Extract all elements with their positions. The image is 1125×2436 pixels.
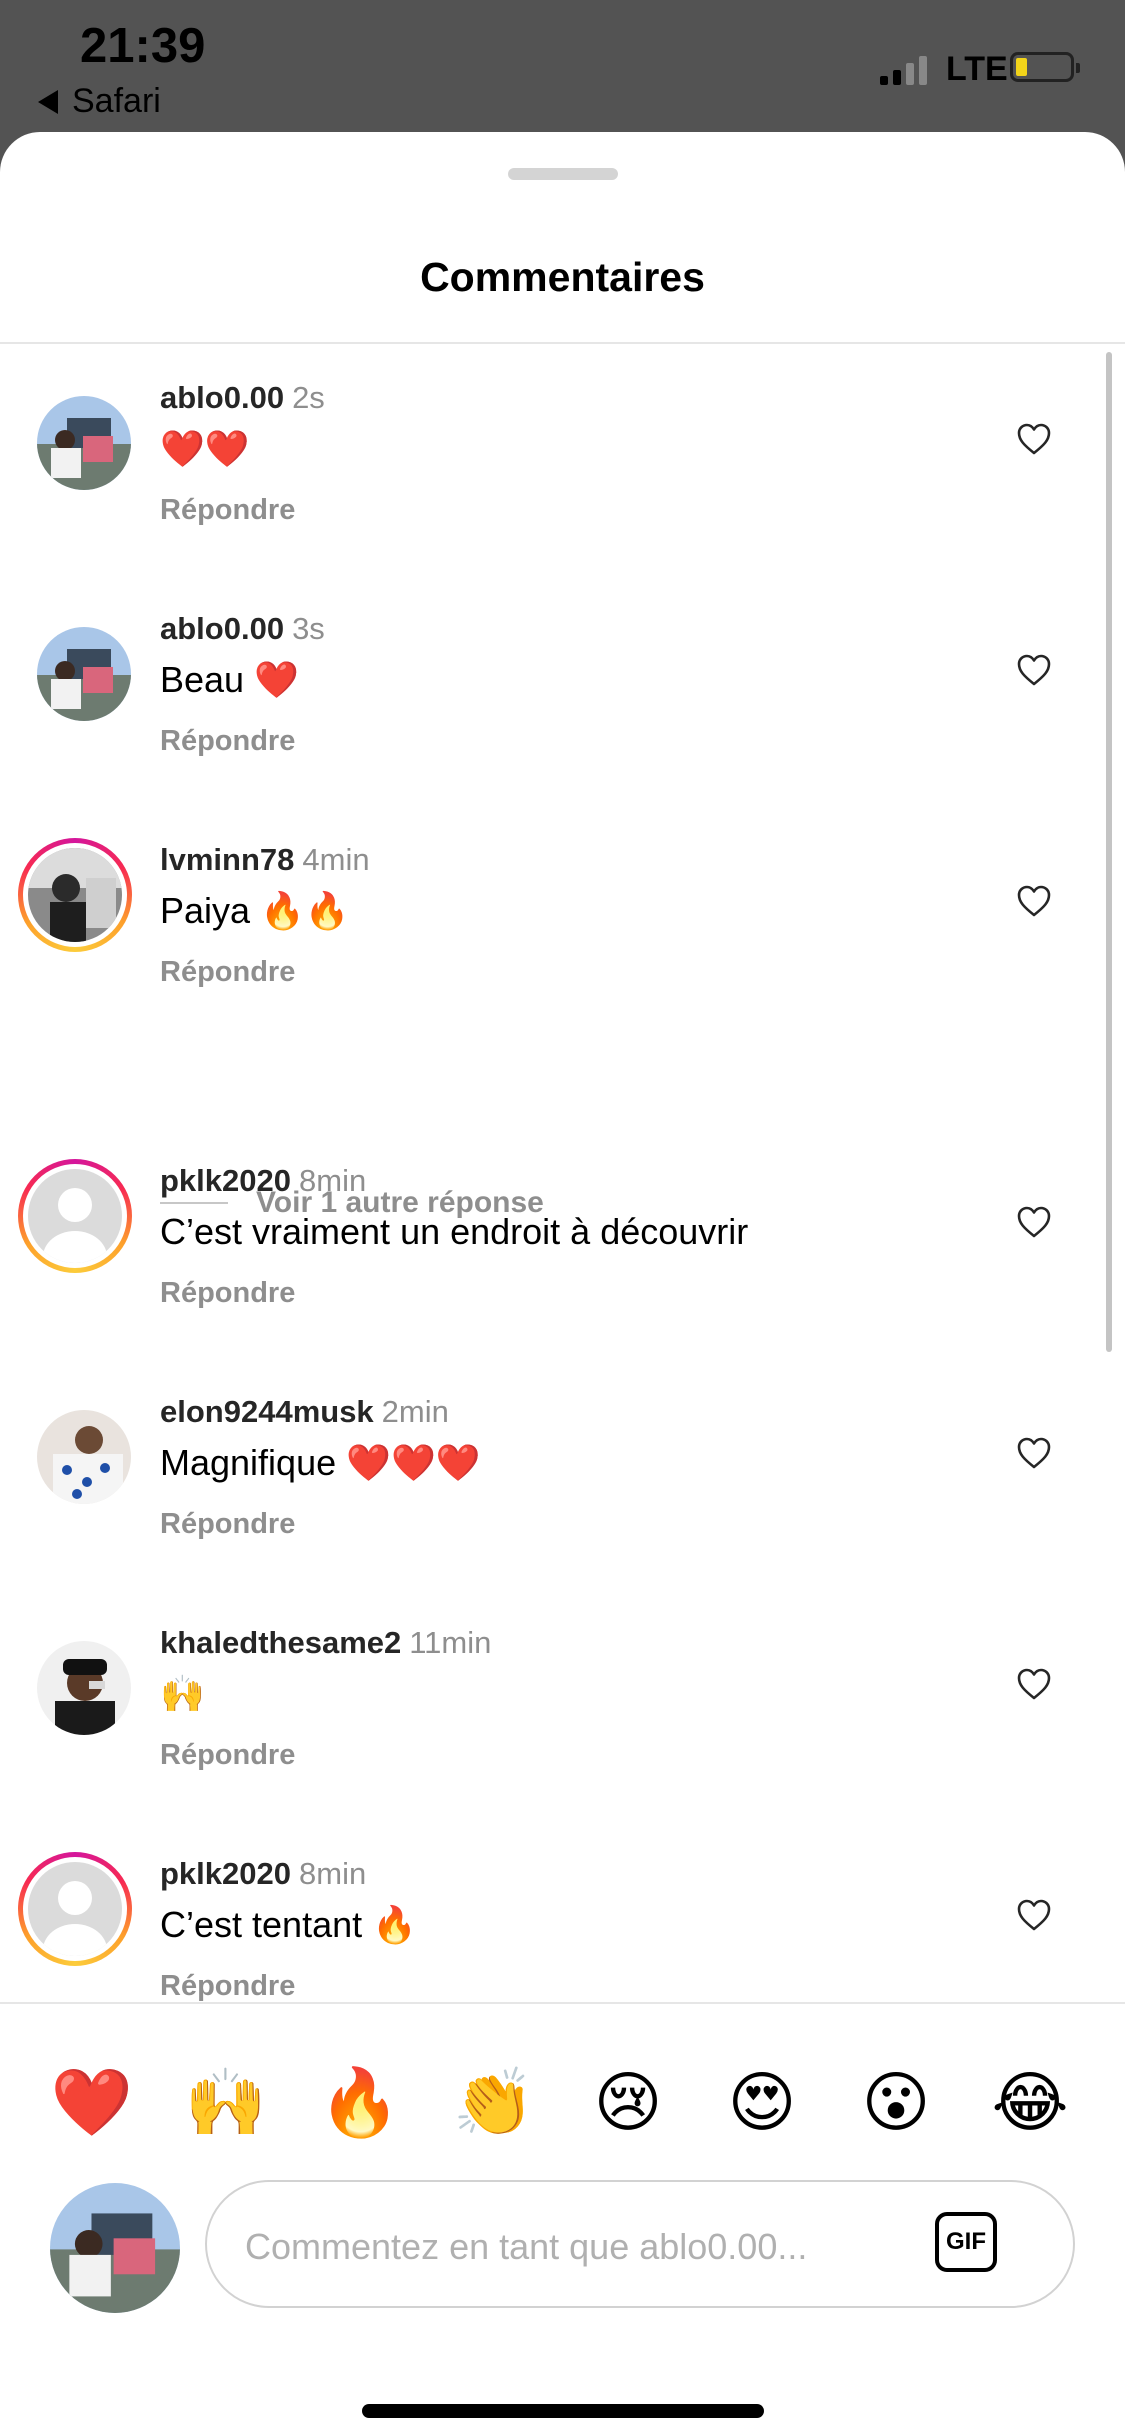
divider	[0, 342, 1125, 344]
story-ring[interactable]	[18, 838, 132, 952]
status-time: 21:39	[80, 19, 206, 73]
reply-button[interactable]: Répondre	[160, 1277, 295, 1310]
heart-outline-icon[interactable]	[1016, 1898, 1052, 1932]
back-to-app-button[interactable]: Safari	[38, 82, 161, 121]
comment-input[interactable]: Commentez en tant que ablo0.00... GIF	[205, 2180, 1075, 2308]
battery-icon	[1010, 52, 1080, 82]
avatar[interactable]	[37, 1410, 131, 1504]
comment-username[interactable]: ablo0.00	[160, 611, 284, 646]
reply-button[interactable]: Répondre	[160, 494, 295, 527]
network-label: LTE	[946, 50, 1008, 88]
comment-meta: ablo0.00 2s	[160, 380, 325, 416]
comment-text: Magnifique ❤️❤️❤️	[160, 1442, 481, 1483]
avatar[interactable]	[37, 627, 131, 721]
comment-item: lvminn78 4min Paiya 🔥🔥 Répondre	[0, 832, 1125, 1032]
comment-input-placeholder: Commentez en tant que ablo0.00...	[245, 2226, 808, 2267]
heart-outline-icon[interactable]	[1016, 422, 1052, 456]
comment-text: 🙌	[160, 1673, 205, 1714]
reply-button[interactable]: Répondre	[160, 1970, 295, 2003]
comment-text: ❤️❤️	[160, 428, 250, 469]
gif-button[interactable]: GIF	[935, 2212, 997, 2272]
comment-item: ablo0.00 3s Beau ❤️ Répondre	[0, 601, 1125, 801]
heart-outline-icon[interactable]	[1016, 1205, 1052, 1239]
comment-username[interactable]: lvminn78	[160, 842, 294, 877]
heart-eyes-reaction[interactable]: 😍	[712, 2052, 812, 2152]
crying-face-reaction[interactable]: 😢	[578, 2052, 678, 2152]
story-ring[interactable]	[18, 1852, 132, 1966]
signal-icon	[880, 55, 927, 85]
reply-button[interactable]: Répondre	[160, 956, 295, 989]
red-heart-reaction[interactable]: ❤️	[42, 2052, 142, 2152]
comment-text: C’est tentant 🔥	[160, 1904, 417, 1945]
comment-item: ablo0.00 2s ❤️❤️ Répondre	[0, 370, 1125, 570]
default-avatar-icon	[28, 1862, 122, 1956]
comment-username[interactable]: elon9244musk	[160, 1394, 374, 1429]
sheet-grabber[interactable]	[508, 168, 618, 180]
current-user-avatar	[50, 2183, 180, 2313]
comment-meta: pklk2020 8min	[160, 1163, 366, 1199]
fire-reaction[interactable]: 🔥	[310, 2052, 410, 2152]
avatar[interactable]	[37, 1641, 131, 1735]
comment-item: elon9244musk 2min Magnifique ❤️❤️❤️ Répon…	[0, 1384, 1125, 1584]
comment-time: 8min	[299, 1856, 367, 1891]
comment-time: 11min	[409, 1625, 492, 1660]
comment-username[interactable]: pklk2020	[160, 1856, 291, 1891]
heart-outline-icon[interactable]	[1016, 653, 1052, 687]
comment-username[interactable]: khaledthesame2	[160, 1625, 401, 1660]
home-indicator[interactable]	[362, 2404, 764, 2418]
comment-meta: pklk2020 8min	[160, 1856, 366, 1892]
comment-text: Beau ❤️	[160, 659, 299, 700]
comment-text: C’est vraiment un endroit à découvrir	[160, 1211, 749, 1252]
comment-username[interactable]: pklk2020	[160, 1163, 291, 1198]
back-app-label: Safari	[72, 82, 161, 120]
comment-time: 4min	[302, 842, 370, 877]
comment-meta: elon9244musk 2min	[160, 1394, 449, 1430]
sheet-title: Commentaires	[420, 254, 705, 300]
comments-sheet: Commentaires ablo0.00 2s ❤️❤️ Répondre ab…	[0, 132, 1125, 2436]
comment-text: Paiya 🔥🔥	[160, 890, 350, 931]
divider	[0, 2002, 1125, 2004]
comment-item: pklk2020 8min C’est tentant 🔥 Répondre	[0, 1846, 1125, 2046]
quick-reactions-bar: ❤️ 🙌 🔥 👏 😢 😍 😮 😂	[0, 2052, 1125, 2152]
back-arrow-icon	[38, 89, 58, 114]
status-bar: 21:39 Safari LTE	[0, 0, 1125, 135]
surprised-face-reaction[interactable]: 😮	[846, 2052, 946, 2152]
raising-hands-reaction[interactable]: 🙌	[176, 2052, 276, 2152]
heart-outline-icon[interactable]	[1016, 1667, 1052, 1701]
clapping-hands-reaction[interactable]: 👏	[444, 2052, 544, 2152]
default-avatar-icon	[28, 1169, 122, 1263]
comment-meta: ablo0.00 3s	[160, 611, 325, 647]
avatar[interactable]	[37, 396, 131, 490]
reply-button[interactable]: Répondre	[160, 1739, 295, 1772]
comment-meta: lvminn78 4min	[160, 842, 370, 878]
avatar	[28, 848, 122, 942]
reply-button[interactable]: Répondre	[160, 1508, 295, 1541]
heart-outline-icon[interactable]	[1016, 884, 1052, 918]
comment-time: 3s	[292, 611, 325, 646]
heart-outline-icon[interactable]	[1016, 1436, 1052, 1470]
story-ring[interactable]	[18, 1159, 132, 1273]
comment-item: khaledthesame2 11min 🙌 Répondre	[0, 1615, 1125, 1815]
comment-meta: khaledthesame2 11min	[160, 1625, 491, 1661]
comment-username[interactable]: ablo0.00	[160, 380, 284, 415]
comment-time: 8min	[299, 1163, 367, 1198]
tears-of-joy-reaction[interactable]: 😂	[980, 2052, 1080, 2152]
comment-time: 2s	[292, 380, 325, 415]
comment-item: pklk2020 8min C’est vraiment un endroit à…	[0, 1153, 1125, 1353]
reply-button[interactable]: Répondre	[160, 725, 295, 758]
comment-time: 2min	[381, 1394, 449, 1429]
